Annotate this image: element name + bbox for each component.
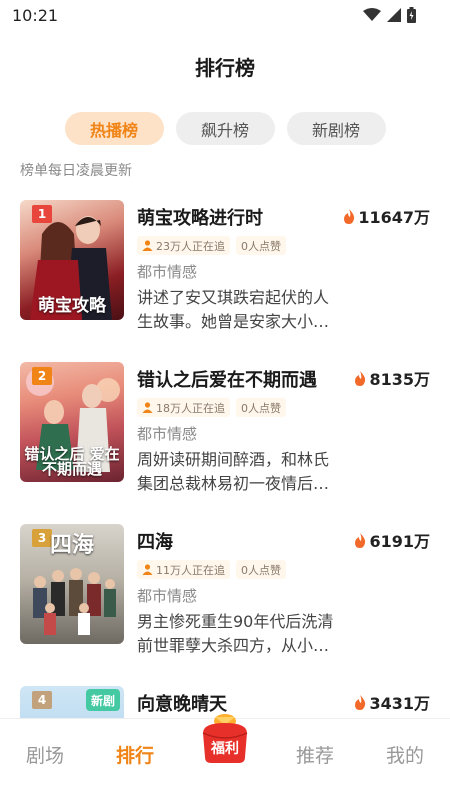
drama-description: 男主惨死重生90年代后洗清前世罪孽大杀四方，从小…	[137, 612, 334, 655]
battery-icon	[407, 7, 416, 23]
rank-badge: 4	[32, 691, 52, 709]
flame-icon	[355, 694, 366, 710]
drama-title[interactable]: 错认之后爱在不期而遇	[137, 366, 317, 392]
status-bar: 10:21	[0, 0, 450, 32]
heat-value: 11647万	[358, 208, 430, 227]
flame-icon	[344, 208, 355, 224]
nav-recommend[interactable]: 推荐	[280, 741, 350, 768]
likes-text: 0人点赞	[241, 563, 281, 577]
genre-label: 都市情感	[137, 587, 198, 605]
new-drama-badge: 新剧	[86, 689, 120, 711]
cover-image[interactable]: 3 四海	[20, 524, 124, 644]
genre-label: 都市情感	[137, 263, 198, 281]
stats-badges: 23万人正在追 0人点赞	[137, 236, 286, 255]
list-update-note: 榜单每日凌晨更新	[20, 163, 132, 179]
followers-badge: 18万人正在追	[137, 398, 230, 417]
status-time: 10:21	[12, 6, 59, 25]
heat-value: 6191万	[369, 532, 430, 551]
drama-title[interactable]: 萌宝攻略进行时	[137, 204, 263, 230]
followers-text: 23万人正在追	[156, 239, 225, 253]
stats-badges: 11万人正在追 0人点赞	[137, 560, 286, 579]
heat-count: 8135万	[354, 366, 430, 390]
cover-title: 错认之后 爱在不期而遇	[24, 444, 120, 479]
nav-theater[interactable]: 剧场	[10, 741, 80, 768]
genre-label: 都市情感	[137, 425, 198, 443]
person-icon	[142, 564, 153, 575]
rank-badge: 2	[32, 367, 52, 385]
drama-description: 讲述了安又琪跌宕起伏的人生故事。她曾是安家大小…	[137, 288, 330, 331]
status-icons	[363, 7, 416, 23]
cover-image[interactable]: 2 错认之后 爱在不期而遇	[20, 362, 124, 482]
page-title: 排行榜	[195, 56, 255, 80]
likes-badge: 0人点赞	[236, 560, 286, 579]
stats-badges: 18万人正在追 0人点赞	[137, 398, 286, 417]
welfare-label: 福利	[211, 741, 239, 757]
followers-text: 18万人正在追	[156, 401, 225, 415]
likes-text: 0人点赞	[241, 401, 281, 415]
heat-value: 3431万	[369, 694, 430, 713]
rank-badge: 1	[32, 205, 52, 223]
likes-text: 0人点赞	[241, 239, 281, 253]
followers-badge: 11万人正在追	[137, 560, 230, 579]
ranking-tabs: 热播榜 飙升榜 新剧榜	[0, 112, 450, 145]
heat-count: 6191万	[354, 528, 430, 552]
heat-count: 3431万	[354, 690, 430, 714]
cover-title: 萌宝攻略	[38, 296, 106, 317]
person-icon	[142, 402, 153, 413]
heat-value: 8135万	[369, 370, 430, 389]
tab-rising[interactable]: 飙升榜	[175, 112, 275, 145]
list-item[interactable]: 1 萌宝攻略 萌宝攻略进行时 11647万 23万人正在追 0人点赞 都市情感 …	[20, 200, 436, 331]
heat-count: 11647万	[343, 204, 430, 228]
list-item[interactable]: 3 四海 四海 6191万 11万人正在追 0人点赞 都市情感 男主惨死重生90…	[20, 524, 436, 655]
nav-welfare[interactable]: 福利	[197, 709, 253, 765]
person-icon	[142, 240, 153, 251]
drama-description: 周妍读研期间醉酒，和林氏集团总裁林易初一夜情后…	[137, 450, 330, 493]
flame-icon	[355, 532, 366, 548]
cover-image[interactable]: 1 萌宝攻略	[20, 200, 124, 320]
drama-title[interactable]: 四海	[137, 528, 173, 554]
tab-new[interactable]: 新剧榜	[286, 112, 386, 145]
followers-text: 11万人正在追	[156, 563, 225, 577]
cover-title: 四海	[49, 532, 94, 558]
nav-ranking[interactable]: 排行	[100, 741, 170, 768]
wifi-icon	[363, 8, 381, 21]
tab-hot[interactable]: 热播榜	[64, 112, 164, 145]
bottom-nav: 剧场 排行 福利 推荐 我的	[0, 714, 450, 800]
signal-icon	[387, 8, 401, 22]
nav-mine[interactable]: 我的	[370, 741, 440, 768]
list-item[interactable]: 2 错认之后 爱在不期而遇 错认之后爱在不期而遇 8135万 18万人正在追 0…	[20, 362, 436, 493]
followers-badge: 23万人正在追	[137, 236, 230, 255]
flame-icon	[355, 370, 366, 386]
likes-badge: 0人点赞	[236, 236, 286, 255]
likes-badge: 0人点赞	[236, 398, 286, 417]
